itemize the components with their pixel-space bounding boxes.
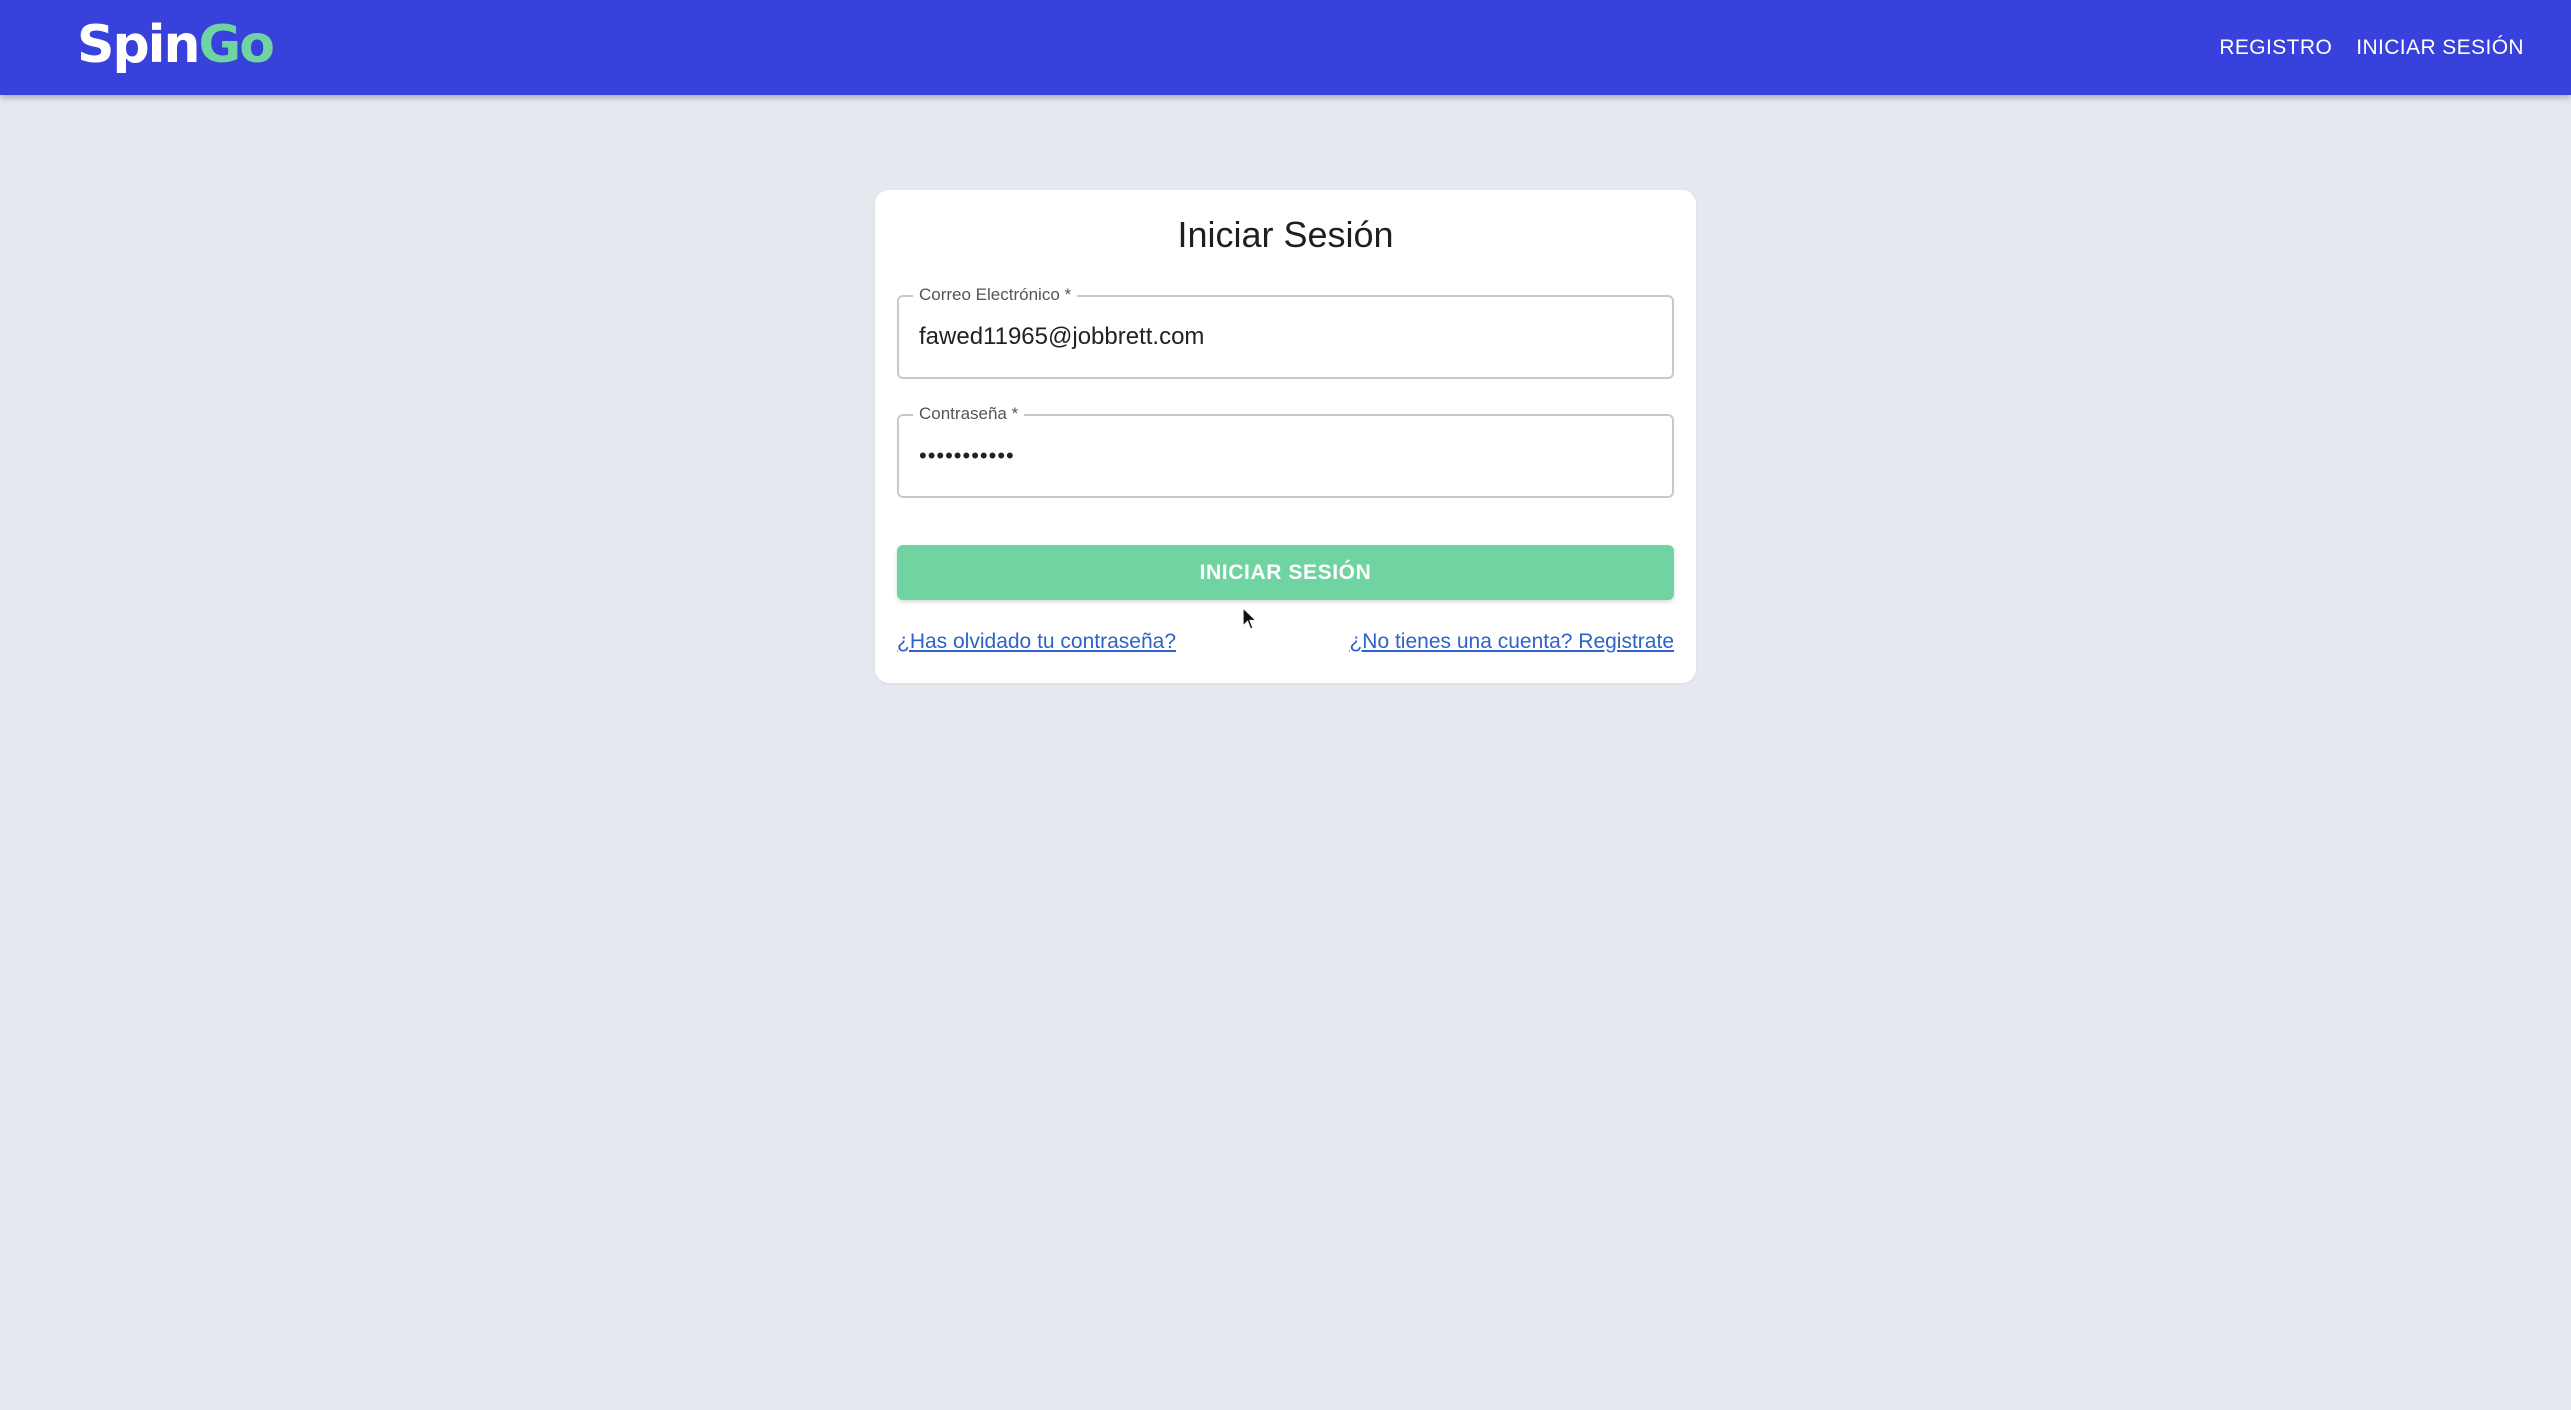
login-submit-button[interactable]: INICIAR SESIÓN: [897, 545, 1674, 600]
mouse-pointer-icon: [1242, 607, 1258, 630]
app-bar: SpinGo REGISTRO INICIAR SESIÓN: [0, 0, 2571, 95]
forgot-password-link[interactable]: ¿Has olvidado tu contraseña?: [897, 630, 1176, 654]
password-input[interactable]: •••••••••••: [919, 416, 1015, 496]
nav-register-link[interactable]: REGISTRO: [2219, 36, 2332, 60]
top-nav: REGISTRO INICIAR SESIÓN: [2219, 0, 2524, 95]
logo-text-spin: Spin: [77, 15, 201, 75]
login-title: Iniciar Sesión: [1177, 214, 1394, 255]
logo-text-go: Go: [198, 15, 275, 75]
nav-login-link[interactable]: INICIAR SESIÓN: [2356, 36, 2524, 60]
password-field[interactable]: Contraseña * •••••••••••: [897, 403, 1674, 498]
login-card: Iniciar Sesión Correo Electrónico * fawe…: [875, 190, 1696, 683]
email-field[interactable]: Correo Electrónico * fawed11965@jobbrett…: [897, 284, 1674, 379]
spingo-logo[interactable]: SpinGo: [77, 12, 275, 78]
register-link[interactable]: ¿No tienes una cuenta? Registrate: [1349, 630, 1674, 654]
email-input[interactable]: fawed11965@jobbrett.com: [919, 297, 1204, 377]
